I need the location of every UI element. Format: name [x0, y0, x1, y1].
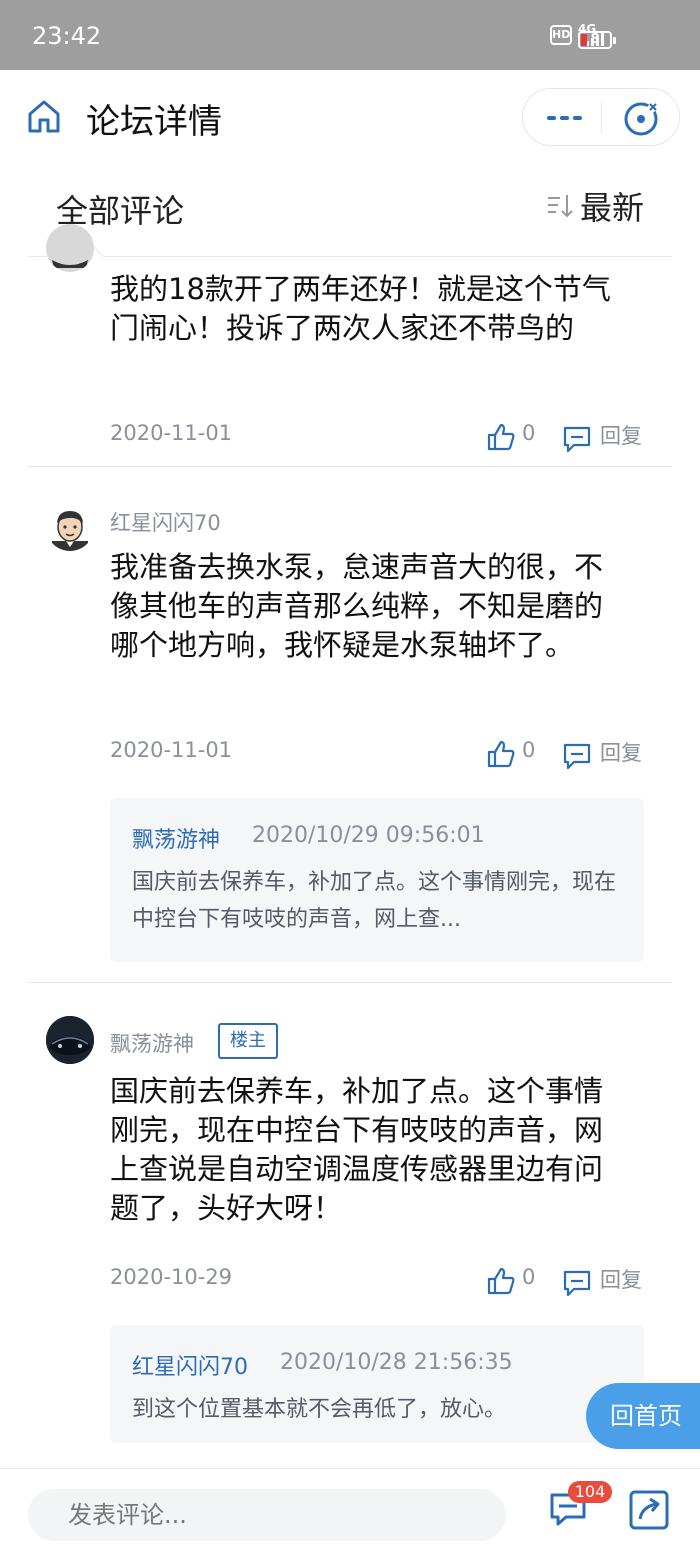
sub-reply-time: 2020/10/29 09:56:01 — [252, 823, 485, 848]
mini-program-capsule — [522, 88, 680, 146]
comment-content: 国庆前去保养车，补加了点。这个事情刚完，现在中控台下有吱吱的声音，网上查说是自动… — [110, 1074, 604, 1225]
comment-item: 飘荡游神 楼主 国庆前去保养车，补加了点。这个事情刚完，现在中控台下有吱吱的声音… — [0, 983, 700, 1443]
like-icon[interactable] — [486, 1266, 516, 1296]
like-icon[interactable] — [486, 739, 516, 769]
sub-reply-box[interactable]: 红星闪闪70 2020/10/28 21:56:35 到这个位置基本就不会再低了… — [110, 1325, 644, 1443]
reply-button[interactable]: 回复 — [600, 420, 642, 450]
comment-content: 我准备去换水泵，怠速声音大的很，不像其他车的声音那么纯粹，不知是磨的哪个地方响，… — [110, 550, 604, 662]
comment-date: 2020-11-01 — [110, 421, 233, 445]
comment-username[interactable]: 飘荡游神 — [110, 1028, 194, 1058]
reply-icon[interactable] — [562, 741, 592, 771]
like-count: 0 — [522, 1265, 536, 1289]
sub-reply-user[interactable]: 飘荡游神 — [132, 822, 220, 854]
page-title: 论坛详情 — [86, 102, 222, 142]
sub-reply-time: 2020/10/28 21:56:35 — [280, 1350, 513, 1375]
avatar[interactable] — [46, 1016, 94, 1064]
comment-date: 2020-10-29 — [110, 1265, 233, 1289]
comment-username[interactable]: 红星闪闪70 — [110, 507, 221, 537]
comment-input[interactable] — [28, 1489, 506, 1541]
sort-button[interactable]: 最新 — [546, 186, 644, 227]
reply-icon[interactable] — [562, 1268, 592, 1298]
sub-reply-text: 到这个位置基本就不会再低了，放心。 — [132, 1397, 507, 1422]
capsule-separator — [601, 103, 602, 133]
hd-icon: HD — [550, 25, 572, 45]
sort-label: 最新 — [579, 189, 644, 227]
sort-icon — [547, 195, 573, 218]
status-bar: 23:42 HD 4G 8 — [0, 0, 700, 70]
reply-button[interactable]: 回复 — [600, 737, 642, 767]
tab-divider — [28, 256, 672, 257]
reply-icon[interactable] — [562, 424, 592, 454]
comment-content: 我的18款开了两年还好！就是这个节气门闹心！投诉了两次人家还不带鸟的 — [110, 272, 611, 345]
bottom-bar: 104 — [0, 1468, 700, 1560]
like-count: 0 — [522, 738, 536, 762]
like-icon[interactable] — [486, 422, 516, 452]
sub-reply-user[interactable]: 红星闪闪70 — [132, 1349, 248, 1381]
avatar[interactable] — [46, 224, 94, 272]
comment-date: 2020-11-01 — [110, 738, 233, 762]
sub-reply-box[interactable]: 飘荡游神 2020/10/29 09:56:01 国庆前去保养车，补加了点。这个… — [110, 798, 644, 962]
app-header: 论坛详情 — [0, 70, 700, 162]
comment-item: 红星闪闪70 我准备去换水泵，怠速声音大的很，不像其他车的声音那么纯粹，不知是磨… — [0, 467, 700, 982]
share-icon[interactable] — [628, 1489, 670, 1531]
status-time: 23:42 — [32, 22, 102, 50]
home-icon[interactable] — [26, 98, 62, 134]
owner-badge: 楼主 — [218, 1023, 278, 1059]
comments-header: 全部评论 最新 — [0, 162, 700, 256]
like-count: 0 — [522, 421, 536, 445]
battery-icon: 8 — [578, 31, 616, 49]
reply-button[interactable]: 回复 — [600, 1264, 642, 1294]
sub-reply-text: 国庆前去保养车，补加了点。这个事情刚完，现在中控台下有吱吱的声音，网上查... — [132, 870, 617, 932]
comment-item: 我的18款开了两年还好！就是这个节气门闹心！投诉了两次人家还不带鸟的 2020-… — [0, 224, 700, 466]
back-to-home-button[interactable]: 回首页 — [586, 1383, 700, 1449]
battery-level: 8 — [590, 32, 600, 47]
avatar[interactable] — [46, 503, 94, 551]
more-dots-icon[interactable] — [545, 103, 585, 133]
comment-count-badge: 104 — [568, 1481, 612, 1503]
close-target-icon[interactable] — [623, 101, 659, 137]
